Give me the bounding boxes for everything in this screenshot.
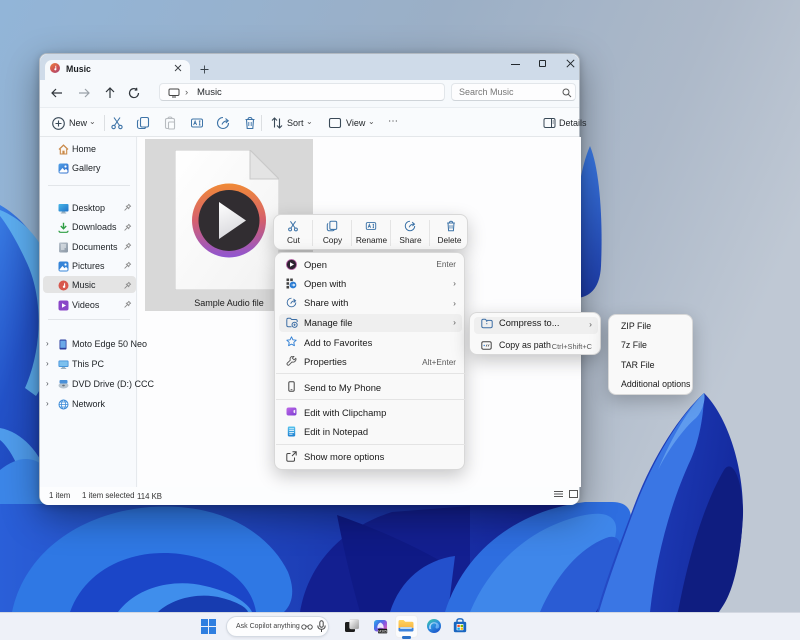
svg-text:M365: M365 [378,630,387,634]
